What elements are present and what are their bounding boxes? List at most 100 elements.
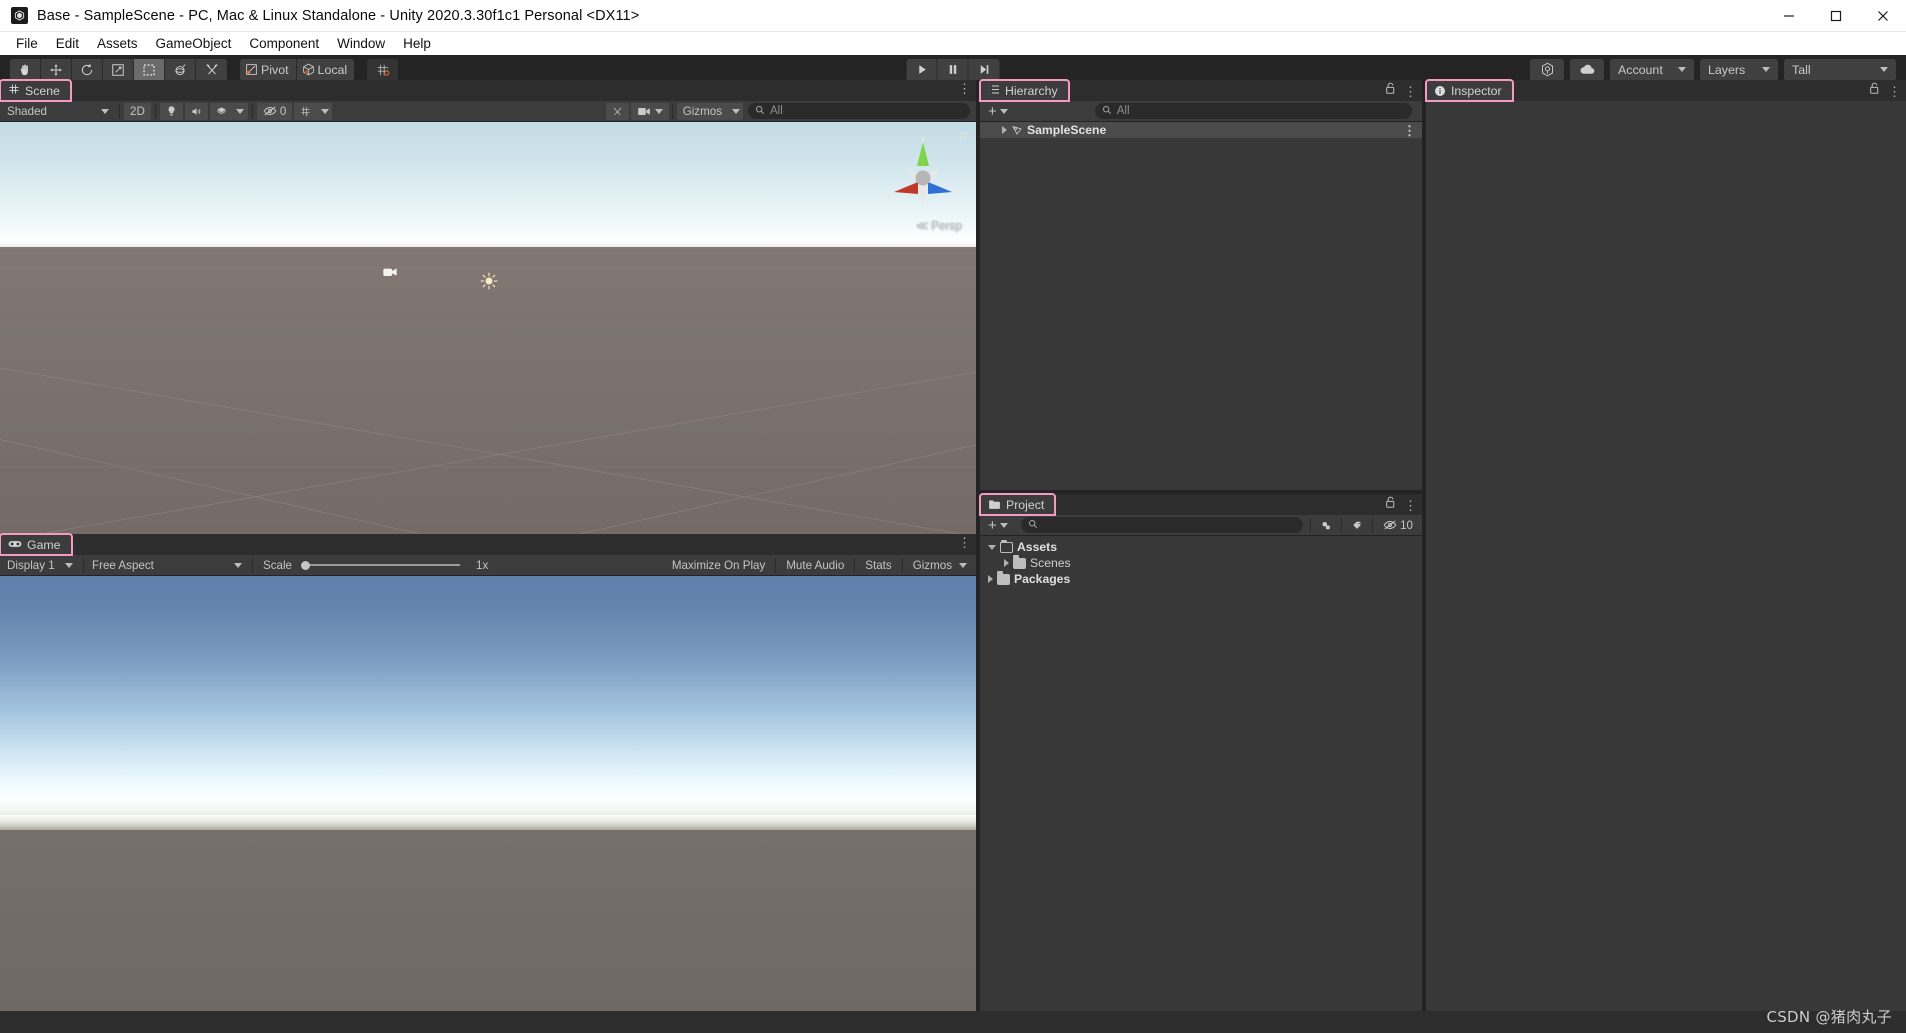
- lighting-icon[interactable]: [159, 102, 183, 120]
- account-dropdown[interactable]: Account: [1610, 58, 1694, 81]
- kebab-menu-icon[interactable]: ⋮: [1403, 124, 1416, 137]
- effects-icon[interactable]: [209, 102, 233, 120]
- step-button[interactable]: [968, 58, 1000, 81]
- scale-tool[interactable]: [103, 58, 134, 81]
- pivot-handle-group: Pivot Local: [240, 58, 355, 81]
- maximize-on-play-toggle[interactable]: Maximize On Play: [666, 557, 771, 574]
- play-button[interactable]: [906, 58, 938, 81]
- scene-axis-gizmo[interactable]: y x z: [884, 132, 962, 222]
- close-button[interactable]: [1859, 0, 1906, 31]
- project-row-assets[interactable]: Assets: [980, 539, 1422, 555]
- pivot-toggle[interactable]: Pivot: [240, 58, 297, 81]
- kebab-menu-icon[interactable]: ⋮: [958, 82, 971, 95]
- divider: [775, 557, 777, 573]
- camera-gizmo[interactable]: [382, 265, 398, 283]
- gizmos-toggle[interactable]: Gizmos: [676, 102, 728, 120]
- pause-button[interactable]: [937, 58, 969, 81]
- menu-item-gameobject[interactable]: GameObject: [147, 35, 241, 53]
- audio-icon[interactable]: [184, 102, 208, 120]
- hierarchy-list-icon: [988, 84, 1000, 98]
- menu-item-assets[interactable]: Assets: [88, 35, 147, 53]
- menu-item-file[interactable]: File: [7, 35, 47, 53]
- scale-slider-handle[interactable]: [301, 560, 311, 570]
- project-search-input[interactable]: [1020, 517, 1304, 533]
- tab-inspector[interactable]: Inspector: [1425, 79, 1514, 102]
- mute-audio-toggle[interactable]: Mute Audio: [780, 557, 850, 574]
- move-tool[interactable]: [41, 58, 72, 81]
- scene-tools-icon[interactable]: [605, 102, 629, 120]
- rotate-tool[interactable]: [72, 58, 103, 81]
- lock-open-icon[interactable]: [1869, 82, 1880, 100]
- stats-toggle[interactable]: Stats: [859, 557, 897, 574]
- menu-item-edit[interactable]: Edit: [47, 35, 88, 53]
- hierarchy-add-button[interactable]: +: [983, 103, 1014, 120]
- hidden-packages-toggle[interactable]: 10: [1377, 517, 1419, 534]
- game-viewport[interactable]: [0, 576, 976, 1011]
- hierarchy-search-input[interactable]: All: [1094, 103, 1412, 119]
- scale-slider[interactable]: [301, 560, 461, 570]
- layers-dropdown[interactable]: Layers: [1700, 58, 1778, 81]
- hidden-objects-toggle[interactable]: 0: [256, 102, 293, 120]
- tab-scene[interactable]: Scene: [0, 79, 72, 102]
- filter-by-type-icon[interactable]: [1315, 517, 1337, 534]
- kebab-menu-icon[interactable]: ⋮: [1888, 85, 1901, 98]
- tab-project[interactable]: Project: [978, 493, 1057, 516]
- chevron-down-icon: [999, 522, 1008, 528]
- project-tree[interactable]: Assets Scenes Packages: [980, 536, 1422, 1015]
- twisty-icon[interactable]: [1002, 126, 1007, 134]
- projection-mode-label[interactable]: ≪ Persp: [916, 218, 962, 232]
- menu-bar: File Edit Assets GameObject Component Wi…: [0, 32, 1906, 55]
- project-row-packages[interactable]: Packages: [980, 570, 1422, 587]
- chevron-down-icon: [731, 108, 740, 114]
- lock-open-icon[interactable]: [1385, 82, 1396, 100]
- game-gizmos-toggle[interactable]: Gizmos: [907, 557, 954, 574]
- layers-label: Layers: [1708, 62, 1746, 77]
- scene-camera-icon[interactable]: [630, 102, 669, 120]
- gizmos-dropdown[interactable]: [728, 102, 743, 120]
- hierarchy-tree[interactable]: SampleScene ⋮: [980, 122, 1422, 490]
- twisty-icon[interactable]: [988, 544, 996, 550]
- menu-item-help[interactable]: Help: [394, 35, 440, 53]
- layout-dropdown[interactable]: Tall: [1784, 58, 1896, 81]
- tab-hierarchy[interactable]: Hierarchy: [979, 79, 1070, 102]
- scene-tabstrip: Scene ⋮: [0, 79, 976, 102]
- project-row-scenes[interactable]: Scenes: [980, 554, 1422, 571]
- aspect-dropdown[interactable]: Free Aspect: [88, 557, 248, 574]
- handle-space-toggle[interactable]: Local: [296, 58, 355, 81]
- inspector-content[interactable]: [1426, 101, 1906, 1015]
- grid-dropdown[interactable]: [317, 102, 333, 120]
- twisty-icon[interactable]: [1004, 559, 1009, 567]
- toggle-2d-button[interactable]: 2D: [124, 102, 151, 120]
- kebab-menu-icon[interactable]: ⋮: [1404, 85, 1417, 98]
- effects-dropdown[interactable]: [232, 102, 248, 120]
- scene-search-input[interactable]: All: [748, 103, 970, 119]
- game-gizmos-dropdown[interactable]: [956, 557, 973, 574]
- display-dropdown[interactable]: Display 1: [3, 557, 79, 574]
- tab-scene-label: Scene: [25, 83, 60, 98]
- scene-viewport[interactable]: y x z ≪ Persp: [0, 122, 976, 534]
- collab-icon[interactable]: [1530, 58, 1564, 81]
- draw-mode-dropdown[interactable]: Shaded: [3, 103, 115, 120]
- cloud-icon[interactable]: [1570, 58, 1604, 81]
- custom-editor-tool[interactable]: [196, 58, 227, 81]
- minimize-button[interactable]: [1765, 0, 1812, 31]
- transform-tool[interactable]: [165, 58, 196, 81]
- kebab-menu-icon[interactable]: ⋮: [958, 536, 971, 549]
- directional-light-gizmo[interactable]: [480, 272, 498, 295]
- scale-slider-track[interactable]: [310, 564, 461, 566]
- project-add-button[interactable]: +: [983, 517, 1014, 534]
- hand-tool[interactable]: [10, 58, 41, 81]
- grid-snapping-icon[interactable]: [367, 58, 399, 81]
- filter-by-label-icon[interactable]: [1346, 517, 1368, 534]
- kebab-menu-icon[interactable]: ⋮: [1404, 499, 1417, 512]
- lock-open-icon[interactable]: [1385, 496, 1396, 514]
- tab-game[interactable]: Game: [0, 533, 73, 556]
- rect-tool[interactable]: [134, 58, 165, 81]
- menu-item-window[interactable]: Window: [328, 35, 394, 53]
- maximize-button[interactable]: [1812, 0, 1859, 31]
- play-controls-group: [906, 58, 1000, 81]
- twisty-icon[interactable]: [988, 575, 993, 583]
- grid-visibility-icon[interactable]: Y: [294, 102, 318, 120]
- hierarchy-row-samplescene[interactable]: SampleScene ⋮: [980, 122, 1422, 138]
- menu-item-component[interactable]: Component: [240, 35, 328, 53]
